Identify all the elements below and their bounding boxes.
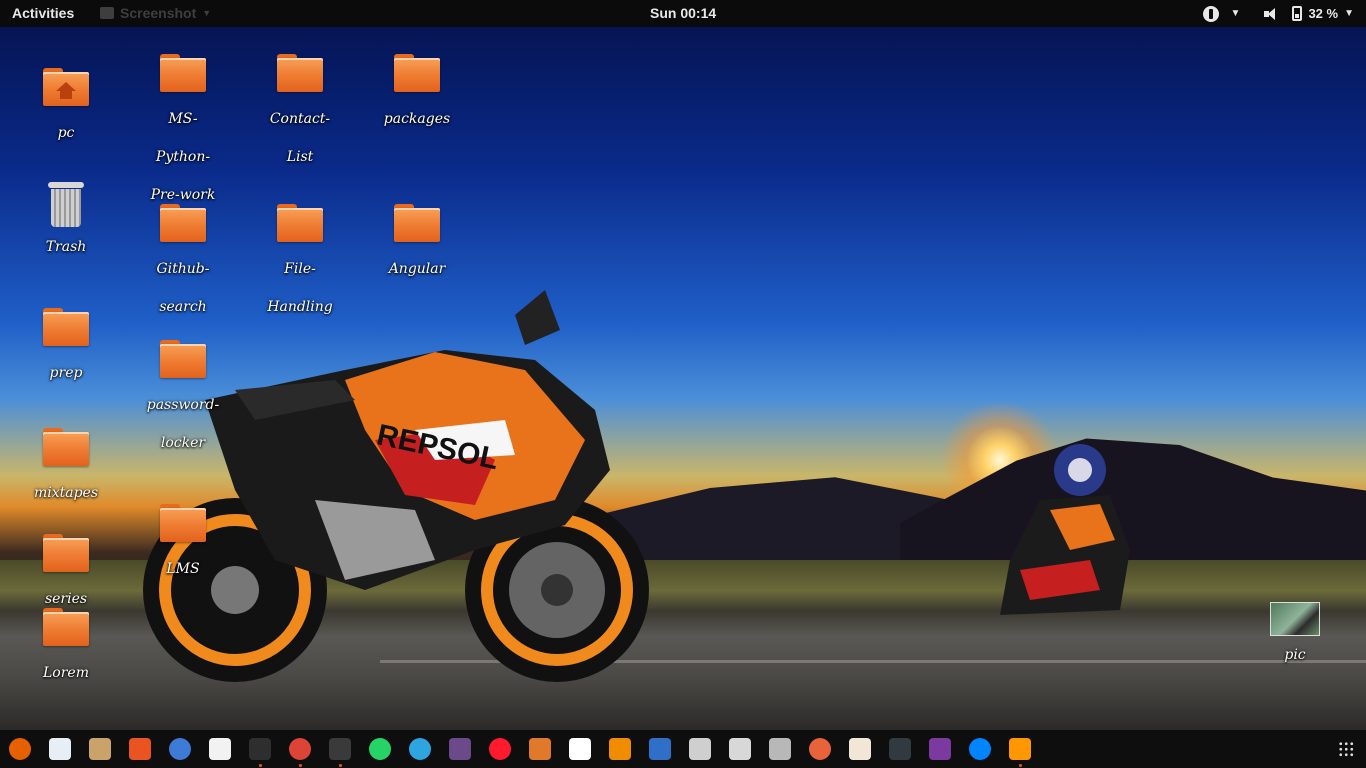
document-viewer-icon[interactable] <box>49 738 71 760</box>
telegram-icon[interactable] <box>409 738 431 760</box>
desktop-icon-lms[interactable]: LMS <box>138 504 228 588</box>
desktop-icon-label: password- locker <box>146 397 220 451</box>
camera-icon[interactable] <box>689 738 711 760</box>
folder-icon <box>160 54 206 92</box>
folder-icon <box>43 308 89 346</box>
desktop-icon-angular[interactable]: Angular <box>372 204 462 288</box>
firefox-icon[interactable] <box>9 738 31 760</box>
video-editor-icon[interactable] <box>329 738 351 760</box>
show-applications-icon[interactable] <box>1338 741 1354 757</box>
system-monitor-icon[interactable] <box>889 738 911 760</box>
chevron-down-icon: ▼ <box>202 8 212 18</box>
folder-icon <box>277 54 323 92</box>
desktop-icon-pc[interactable]: pc <box>21 68 111 152</box>
desktop-icon-label: Trash <box>45 239 87 255</box>
clock[interactable]: Sun 00:14 <box>650 5 716 21</box>
running-indicator <box>259 764 262 767</box>
running-indicator <box>339 764 342 767</box>
desktop-icon-series[interactable]: series <box>21 534 111 618</box>
desktop-icon-label: Angular <box>388 261 446 277</box>
opera-icon[interactable] <box>489 738 511 760</box>
volume-icon[interactable] <box>1264 7 1280 21</box>
desktop-icon-label: packages <box>383 111 451 127</box>
desktop-icon-lorem[interactable]: Lorem <box>21 608 111 692</box>
folder-icon <box>43 428 89 466</box>
desktop-icon-label: Github- search <box>156 261 210 315</box>
folder-icon <box>277 204 323 242</box>
desktop-icon-label: File- Handling <box>267 261 333 315</box>
home-folder-icon <box>43 68 89 106</box>
folder-icon <box>160 504 206 542</box>
software-center-icon[interactable] <box>129 738 151 760</box>
desktop-icon-label: pc <box>57 125 75 141</box>
amazon-icon[interactable] <box>209 738 231 760</box>
desktop-icon-label: Contact- List <box>269 111 331 165</box>
text-editor-icon[interactable] <box>849 738 871 760</box>
solitaire-icon[interactable] <box>569 738 591 760</box>
wallpaper-rider <box>1000 444 1130 615</box>
folder-icon <box>160 204 206 242</box>
trash-icon <box>48 182 84 228</box>
dock <box>0 730 1366 768</box>
folder-icon <box>43 534 89 572</box>
desktop-icon-file-handling[interactable]: File- Handling <box>255 204 345 326</box>
vlc-icon[interactable] <box>609 738 631 760</box>
desktop-icon-packages[interactable]: packages <box>372 54 462 138</box>
screen-recorder-icon[interactable] <box>449 738 471 760</box>
desktop-icon-label: MS- Python- Pre-work <box>150 111 216 203</box>
desktop-icon-github-search[interactable]: Github- search <box>138 204 228 326</box>
tasks-icon[interactable] <box>649 738 671 760</box>
desktop-icon-mixtapes[interactable]: mixtapes <box>21 428 111 512</box>
video-player-icon[interactable] <box>929 738 951 760</box>
scanner-icon[interactable] <box>729 738 751 760</box>
top-bar: Activities Screenshot ▼ Sun 00:14 ▼ 32 %… <box>0 0 1366 27</box>
desktop-icon-prep[interactable]: prep <box>21 308 111 392</box>
desktop-icon-label: mixtapes <box>33 485 99 501</box>
whatsapp-icon[interactable] <box>369 738 391 760</box>
terminal-icon[interactable] <box>249 738 271 760</box>
app-menu-label: Screenshot <box>120 5 197 21</box>
folder-icon <box>160 340 206 378</box>
desktop-icon-pic[interactable]: pic <box>1250 602 1340 674</box>
messenger-icon[interactable] <box>969 738 991 760</box>
desktop-icon-ms-python-pre-work[interactable]: MS- Python- Pre-work <box>138 54 228 214</box>
activities-button[interactable]: Activities <box>12 5 74 21</box>
files-cabinet-icon[interactable] <box>89 738 111 760</box>
battery-icon[interactable] <box>1292 6 1303 21</box>
disk-usage-icon[interactable] <box>809 738 831 760</box>
desktop-icon-label: Lorem <box>43 665 89 681</box>
desktop-icon-label: pic <box>1284 647 1306 663</box>
battery-percentage[interactable]: 32 % <box>1308 6 1338 21</box>
folder-icon <box>394 204 440 242</box>
help-icon[interactable] <box>169 738 191 760</box>
accessibility-icon[interactable] <box>1202 5 1219 22</box>
archive-icon[interactable] <box>529 738 551 760</box>
running-indicator <box>1019 764 1022 767</box>
desktop-icon-label: LMS <box>166 561 200 577</box>
settings-icon[interactable] <box>769 738 791 760</box>
chevron-down-icon[interactable]: ▼ <box>1344 8 1354 19</box>
desktop-icon-trash[interactable]: Trash <box>21 182 111 266</box>
desktop-icon-contact-list[interactable]: Contact- List <box>255 54 345 176</box>
image-thumbnail-icon <box>1270 602 1320 636</box>
folder-icon <box>43 608 89 646</box>
folder-icon <box>394 54 440 92</box>
chrome-icon[interactable] <box>289 738 311 760</box>
screenshot-app-icon <box>100 7 114 19</box>
sublime-text-icon[interactable] <box>1009 738 1031 760</box>
desktop-icon-password-locker[interactable]: password- locker <box>138 340 228 462</box>
desktop-icon-label: prep <box>49 365 83 381</box>
app-menu[interactable]: Screenshot ▼ <box>100 5 211 21</box>
chevron-down-icon[interactable]: ▼ <box>1231 8 1241 19</box>
running-indicator <box>299 764 302 767</box>
system-tray[interactable]: ▼ 32 % ▼ <box>1202 0 1366 27</box>
